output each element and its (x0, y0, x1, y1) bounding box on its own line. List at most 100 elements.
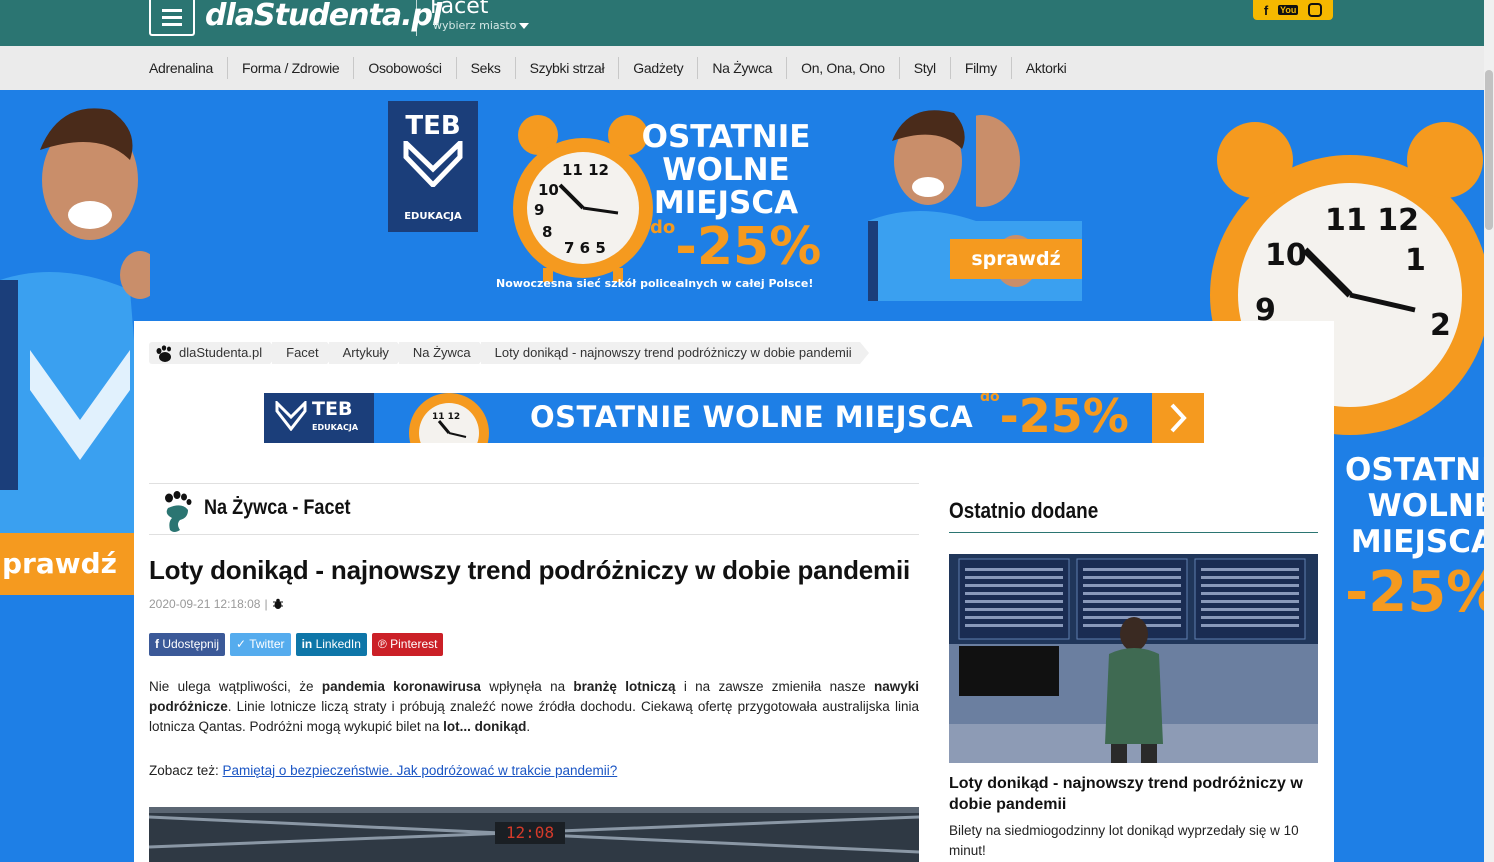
ad-headline-right: OSTATNIE WOLNE MIEJSCA (1345, 452, 1484, 560)
share-buttons: f Udostępnij ✓ Twitter in LinkedIn ℗ Pin… (149, 633, 444, 656)
teb-logo-text: TEB (312, 398, 353, 420)
nav-item[interactable]: Na Żywca (698, 57, 788, 79)
top-banner-ad[interactable]: TEB EDUKACJA 11 12 10 9 8 7 6 5 OSTATNIE… (388, 101, 976, 301)
teb-logo-text: TEB (405, 111, 461, 141)
svg-text:11 12: 11 12 (432, 412, 460, 422)
ad-discount-right-value: -25% (1345, 560, 1484, 625)
svg-text:10: 10 (538, 181, 559, 199)
breadcrumb-item[interactable]: Facet (272, 342, 336, 364)
nav-item[interactable]: Aktorki (1012, 57, 1081, 79)
city-selector[interactable]: wybierz miasto (433, 19, 530, 32)
hamburger-icon-bar (162, 8, 182, 12)
youtube-icon[interactable]: You (1277, 5, 1299, 15)
share-linkedin-label: LinkedIn (315, 637, 361, 651)
site-logo[interactable]: dlaStudenta.pl (205, 0, 442, 33)
article-title: Loty donikąd - najnowszy trend podróżnic… (149, 555, 911, 585)
breadcrumb-label: Loty donikąd - najnowszy trend podróżnic… (494, 345, 852, 360)
pinterest-icon: ℗ (377, 637, 391, 651)
footprint-icon (165, 491, 192, 532)
breadcrumb-item[interactable]: Na Żywca (398, 342, 488, 364)
svg-text:1: 1 (1405, 243, 1426, 278)
share-linkedin-button[interactable]: in LinkedIn (295, 633, 367, 656)
category-nav: Adrenalina Forma / Zdrowie Osobowości Seks S… (0, 46, 1494, 90)
article-date: 2020-09-21 12:18:08 (149, 597, 261, 611)
header-divider (416, 0, 417, 36)
hamburger-icon-bar (162, 15, 182, 19)
see-also-label: Zobacz też: (149, 763, 223, 778)
breadcrumb-label: Na Żywca (412, 345, 471, 360)
lead-text: wpłynęła na (480, 679, 574, 694)
share-twitter-button[interactable]: ✓ Twitter (230, 633, 291, 656)
nav-item[interactable]: Filmy (951, 57, 1012, 79)
breadcrumb-label: Artykuły (342, 345, 389, 360)
ad-discount-prefix: do (980, 393, 1000, 405)
lead-bold: branżę lotniczą (573, 679, 676, 694)
ad-cta-button[interactable]: sprawdź (950, 239, 1082, 279)
hamburger-menu-button[interactable] (149, 0, 195, 36)
share-twitter-label: Twitter (249, 637, 285, 651)
teb-v-icon (403, 137, 463, 189)
ad-cta-left[interactable]: prawdź (0, 533, 134, 595)
teb-logo-sub: EDUKACJA (404, 211, 462, 222)
nav-item[interactable]: Szybki strzał (516, 57, 620, 79)
top-header: dlaStudenta.pl Facet wybierz miasto f Yo… (0, 0, 1494, 46)
lead-text: . (526, 719, 531, 734)
nav-item[interactable]: Forma / Zdrowie (228, 57, 355, 79)
sidebar-title: Ostatnio dodane (949, 498, 1099, 523)
facebook-icon[interactable]: f (1264, 3, 1268, 18)
instagram-icon[interactable] (1308, 3, 1323, 17)
see-also-link[interactable]: Pamiętaj o bezpieczeństwie. Jak podróżow… (223, 763, 618, 778)
breadcrumb-label: dlaStudenta.pl (179, 345, 263, 360)
ad-headline: OSTATNIE WOLNE MIEJSCA (641, 119, 811, 221)
nav-item[interactable]: Styl (900, 57, 951, 79)
section-name[interactable]: Facet (430, 0, 488, 19)
nav-item[interactable]: Gadżety (619, 57, 699, 79)
meta-separator: | (264, 597, 268, 611)
breadcrumb-item[interactable]: dlaStudenta.pl (149, 342, 280, 364)
scrollbar-thumb[interactable] (1485, 70, 1493, 230)
share-facebook-button[interactable]: f Udostępnij (149, 633, 226, 656)
breadcrumb-item[interactable]: Artykuły (328, 342, 407, 364)
breadcrumb-current: Loty donikąd - najnowszy trend podróżnic… (480, 342, 869, 364)
image-clock-display: 12:08 (495, 822, 565, 844)
article-hero-image: 12:08 (149, 807, 919, 862)
breadcrumb-label: Facet (286, 345, 319, 360)
share-facebook-label: Udostępnij (162, 637, 220, 651)
svg-text:8: 8 (542, 223, 552, 241)
chevron-right-icon (1170, 403, 1187, 433)
lead-text: Nie ulega wątpliwości, że (149, 679, 322, 694)
teb-logo: TEB EDUKACJA (388, 101, 478, 232)
svg-text:11 12: 11 12 (1325, 203, 1419, 238)
article-meta: 2020-09-21 12:18:08 | (149, 597, 284, 611)
departure-board-image (949, 554, 1318, 763)
mid-banner-ad[interactable]: TEB EDUKACJA 11 12 OSTATNIE WOLNE MIEJSC… (264, 393, 1204, 443)
twitter-icon: ✓ (236, 637, 250, 651)
svg-text:9: 9 (534, 201, 544, 219)
lead-bold: pandemia koronawirusa (321, 679, 481, 694)
breadcrumb: dlaStudenta.pl Facet Artykuły Na Żywca Loty … (149, 342, 869, 364)
ad-discount: do-25% (980, 393, 1129, 443)
ad-headline: OSTATNIE WOLNE MIEJSCA (530, 400, 974, 434)
see-also: Zobacz też: Pamiętaj o bezpieczeństwie. … (149, 763, 617, 778)
sidebar-card-image[interactable] (949, 554, 1318, 763)
nav-item[interactable]: Seks (457, 57, 516, 79)
nav-item[interactable]: Osobowości (354, 57, 457, 79)
teb-v-icon (275, 401, 307, 431)
ad-discount-prefix: do (650, 217, 676, 238)
linkedin-icon: in (301, 637, 316, 651)
bug-icon[interactable] (272, 598, 284, 610)
ad-person-left-image (0, 90, 150, 540)
nav-item[interactable]: Adrenalina (135, 57, 228, 79)
teb-logo-small: TEB EDUKACJA (264, 393, 374, 443)
svg-text:7 6 5: 7 6 5 (564, 239, 606, 257)
nav-item[interactable]: On, Ona, Ono (787, 57, 900, 79)
section-title: Na Żywca - Facet (204, 496, 351, 519)
lead-text: i na zawsze zmieniła nasze (675, 679, 874, 694)
svg-text:10: 10 (1265, 238, 1307, 273)
ad-discount-right: -25% (1345, 560, 1484, 625)
article-lead: Nie ulega wątpliwości, że pandemia koron… (149, 677, 919, 737)
divider (149, 483, 919, 484)
ad-next-button[interactable] (1152, 393, 1204, 443)
share-pinterest-button[interactable]: ℗ Pinterest (371, 633, 444, 656)
sidebar-card-title[interactable]: Loty donikąd - najnowszy trend podróżnic… (949, 773, 1318, 815)
